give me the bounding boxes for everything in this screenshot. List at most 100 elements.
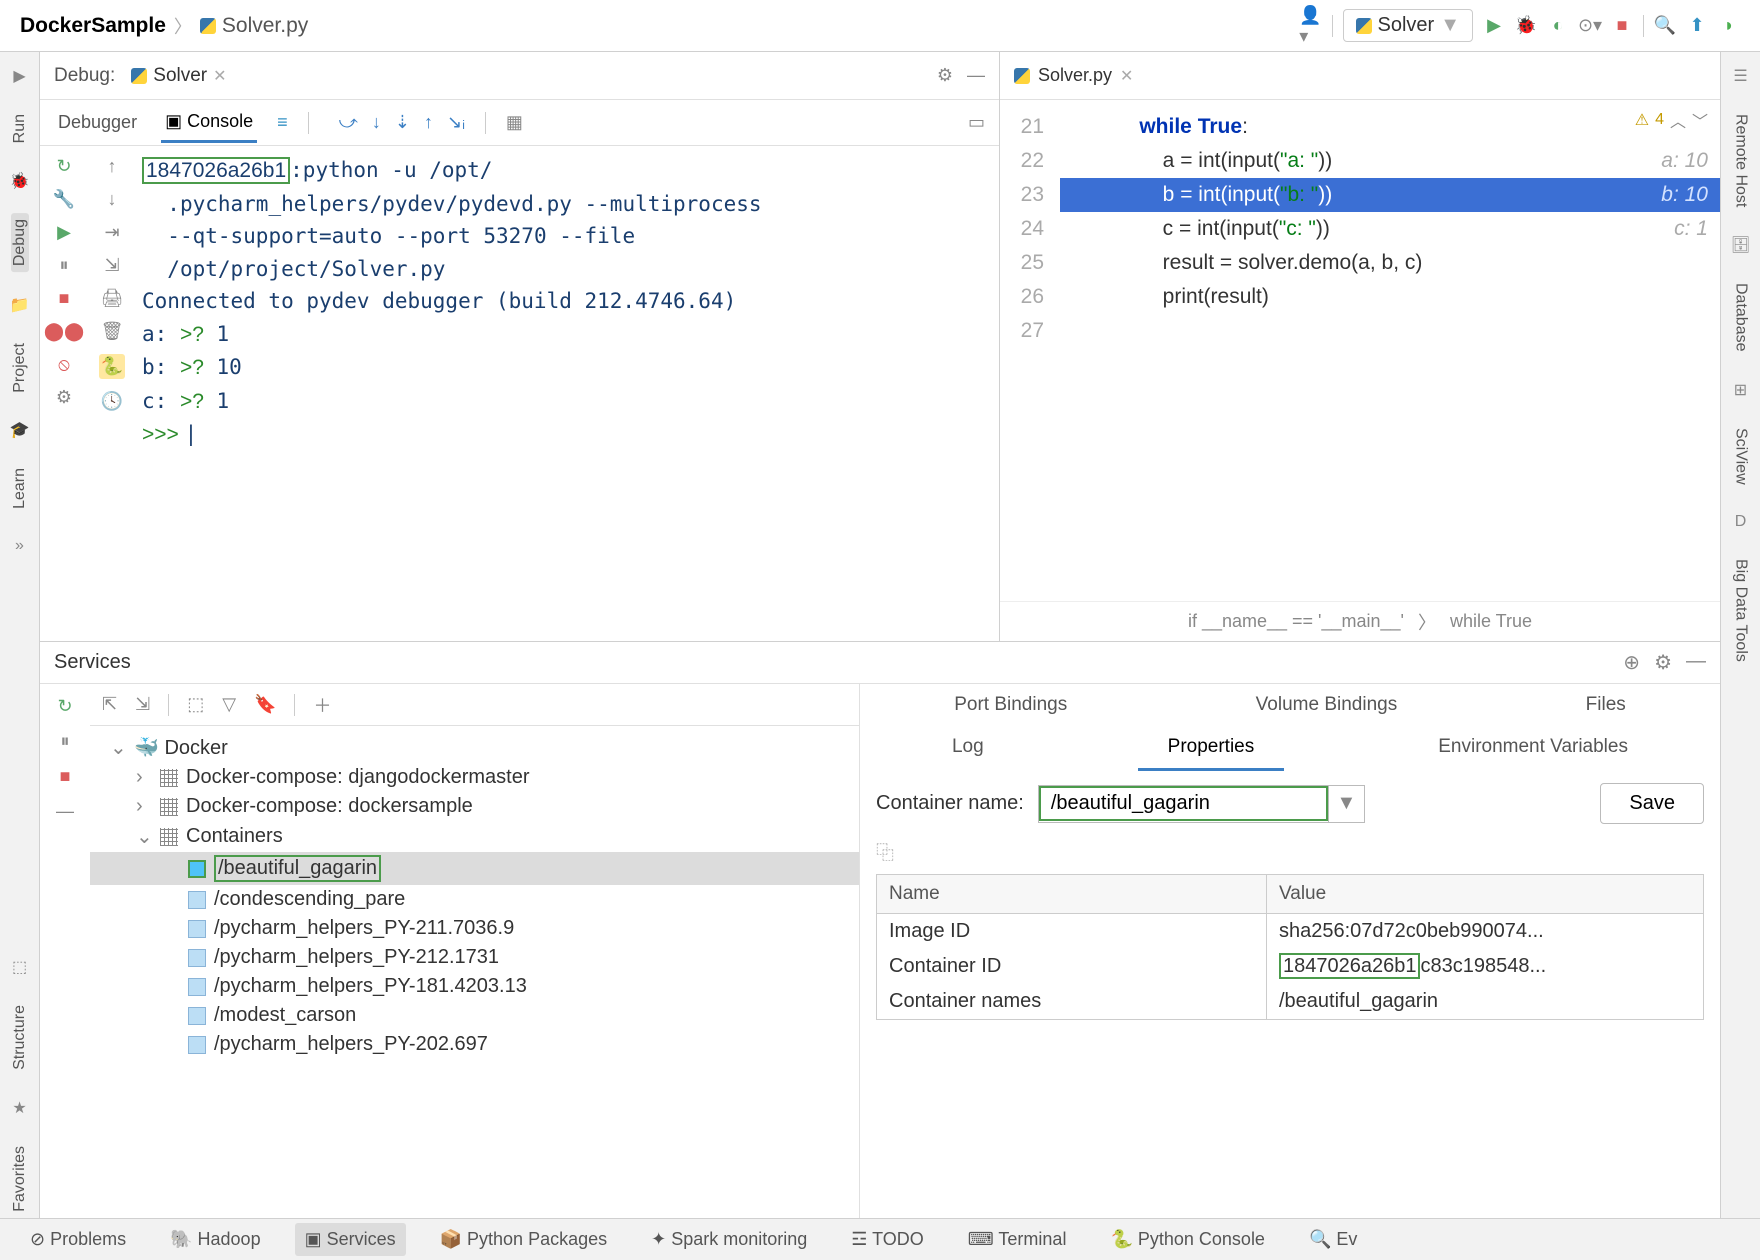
console-subtab[interactable]: ▣ Console [161,103,257,143]
pause-icon[interactable]: ⏸ [61,731,70,752]
tree-compose-item[interactable]: › Docker-compose: dockersample [90,792,859,821]
chevron-down-icon[interactable]: ▼ [1328,786,1364,822]
gear-icon[interactable]: ⚙ [937,65,953,86]
stop-icon[interactable]: ■ [59,288,70,309]
debug-tool-icon[interactable]: 🐞 [10,171,30,191]
debug-run-tab[interactable]: Solver ✕ [131,65,226,87]
extension-icon[interactable]: ◗ [1718,15,1740,37]
run-button[interactable]: ▶ [1483,15,1505,37]
collapse-icon[interactable]: — [56,801,74,822]
tree-container-item[interactable]: /pycharm_helpers_PY-181.4203.13 [90,972,859,1001]
tab-favorites[interactable]: Favorites [11,1140,29,1218]
minimize-icon[interactable]: — [967,65,985,86]
tab-bigdata[interactable]: Big Data Tools [1732,553,1750,668]
container-name-input[interactable] [1039,786,1328,821]
code-line[interactable]: c = int(input("c: "))c: 1 [1060,212,1720,246]
tab-sciview[interactable]: SciView [1732,422,1750,491]
tab-debug[interactable]: Debug [11,213,29,272]
copy-icon[interactable]: ⿻ [876,839,894,865]
resume-icon[interactable]: ▶ [57,222,71,243]
layout-icon[interactable]: ▭ [968,112,985,133]
bottom-tab[interactable]: ⌨ Terminal [958,1223,1077,1256]
favorites-tool-icon[interactable]: ★ [12,1098,26,1118]
filter-icon[interactable]: ▽ [222,694,236,715]
save-button[interactable]: Save [1600,783,1704,824]
more-icon[interactable]: » [15,537,24,555]
tree-compose-item[interactable]: › Docker-compose: djangodockermaster [90,763,859,792]
detail-tab[interactable]: Files [1556,684,1656,726]
coverage-button[interactable]: ◐ [1547,15,1569,37]
bottom-tab[interactable]: 🔍 Ev [1299,1223,1367,1256]
bottom-tab[interactable]: ▣ Services [295,1223,406,1256]
tab-project[interactable]: Project [11,337,29,399]
editor-breadcrumb[interactable]: if __name__ == '__main__' 〉 while True [1000,601,1720,641]
tab-database[interactable]: Database [1732,277,1750,358]
expand-all-icon[interactable]: ⇱ [102,694,117,715]
stop-button[interactable]: ■ [1611,15,1633,37]
threads-icon[interactable]: ≡ [277,112,288,133]
tab-structure[interactable]: Structure [11,999,29,1076]
code-line[interactable]: result = solver.demo(a, b, c) [1060,246,1720,280]
up-icon[interactable]: ↑ [108,156,117,177]
tree-containers[interactable]: ⌄ Containers [90,821,859,852]
tree-container-item[interactable]: /pycharm_helpers_PY-202.697 [90,1030,859,1059]
group-icon[interactable]: ⬚ [187,694,204,715]
tree-container-item[interactable]: /condescending_pare [90,885,859,914]
bookmark-icon[interactable]: 🔖 [254,694,276,715]
database-icon[interactable]: 🗄 [1730,235,1750,255]
tab-learn[interactable]: Learn [11,462,29,515]
tree-container-item[interactable]: /pycharm_helpers_PY-211.7036.9 [90,914,859,943]
sciview-icon[interactable]: ⊞ [1734,380,1747,400]
bottom-tab[interactable]: ⊘ Problems [20,1223,136,1256]
table-row[interactable]: Container names/beautiful_gagarin [877,984,1703,1019]
run-config-selector[interactable]: Solver ▼ [1343,9,1474,42]
code-area[interactable]: while True: a = int(input("a: "))a: 10 b… [1060,100,1720,601]
project-tool-icon[interactable]: 📁 [10,295,30,315]
add-icon[interactable]: ＋ [313,692,331,718]
table-row[interactable]: Container ID1847026a26b1c83c198548... [877,949,1703,984]
code-line[interactable]: b = int(input("b: "))b: 10 [1060,178,1720,212]
target-icon[interactable]: ⊕ [1623,650,1640,675]
step-into-my-icon[interactable]: ⇣ [395,112,410,133]
down-icon[interactable]: ↓ [108,189,117,210]
col-value[interactable]: Value [1267,875,1703,913]
detail-tab[interactable]: Properties [1138,726,1285,771]
pause-icon[interactable]: ⏸ [60,255,69,276]
history-icon[interactable]: 🕓 [101,391,123,412]
detail-tab[interactable]: Volume Bindings [1226,684,1428,726]
pyconsole-icon[interactable]: 🐍 [99,354,125,379]
mute-breakpoints-icon[interactable]: ⦸ [58,354,70,375]
run-to-cursor-icon[interactable]: ↘ᵢ [447,112,465,133]
code-line[interactable]: a = int(input("a: "))a: 10 [1060,144,1720,178]
debug-console[interactable]: 1847026a26b1:python -u /opt/ .pycharm_he… [136,146,999,641]
code-line[interactable] [1060,314,1720,348]
scroll-icon[interactable]: ⇲ [104,255,119,276]
step-out-icon[interactable]: ↑ [424,112,433,133]
detail-tab[interactable]: Port Bindings [924,684,1097,726]
search-icon[interactable]: 🔍 [1654,15,1676,37]
update-button[interactable]: ⬆ [1686,15,1708,37]
col-name[interactable]: Name [877,875,1267,913]
collapse-all-icon[interactable]: ⇲ [135,694,150,715]
run-tool-icon[interactable]: ▶ [13,66,25,86]
breakpoints-icon[interactable]: ⬤⬤ [44,321,84,342]
learn-tool-icon[interactable]: 🎓 [10,420,30,440]
rerun-icon[interactable]: ↻ [57,696,72,717]
debug-button[interactable]: 🐞 [1515,15,1537,37]
bottom-tab[interactable]: 📦 Python Packages [430,1223,618,1256]
bigdata-icon[interactable]: D [1735,513,1747,531]
code-line[interactable]: print(result) [1060,280,1720,314]
trash-icon[interactable]: 🗑 [101,321,124,342]
breadcrumb-file[interactable]: Solver.py [200,14,308,38]
structure-tool-icon[interactable]: ⬚ [12,957,27,977]
tab-remote[interactable]: Remote Host [1732,108,1750,213]
tree-container-item[interactable]: /modest_carson [90,1001,859,1030]
tab-run[interactable]: Run [11,108,29,149]
debugger-subtab[interactable]: Debugger [54,104,141,141]
gear-icon[interactable]: ⚙ [1654,650,1672,675]
evaluate-icon[interactable]: ▦ [506,112,523,133]
code-line[interactable]: while True: [1060,110,1720,144]
wrench-icon[interactable]: 🔧 [53,189,75,210]
tree-container-item[interactable]: /pycharm_helpers_PY-212.1731 [90,943,859,972]
editor-tab[interactable]: Solver.py [1038,65,1112,86]
